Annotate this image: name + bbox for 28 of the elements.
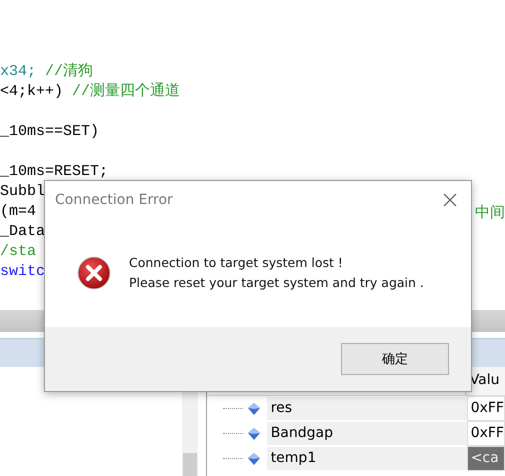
variable-name: res [266, 397, 467, 420]
close-icon[interactable] [443, 193, 457, 207]
code-text: //清狗 [44, 62, 94, 82]
variable-icon [246, 402, 261, 416]
error-message: Connection to target system lost ! [129, 254, 344, 272]
code-comment: 中间 [475, 202, 505, 222]
error-message: Please reset your target system and try again . [129, 274, 424, 292]
variable-name: Bandgap [266, 422, 467, 445]
error-icon [77, 256, 111, 290]
variable-value: 0xFF [466, 396, 505, 421]
scroll-thumb[interactable] [182, 453, 197, 476]
dialog-title: Connection Error [55, 192, 173, 208]
code-text: Subbl [0, 182, 46, 202]
variable-value: 0xFF [466, 421, 505, 446]
ok-button[interactable]: 确定 [341, 343, 449, 375]
code-text: _10ms==SET) [0, 122, 100, 142]
variable-icon [246, 452, 261, 466]
code-text: x34; [0, 62, 36, 82]
code-text: switc [0, 262, 46, 282]
variable-value: <ca [466, 446, 505, 471]
code-text: _10ms=RESET; [0, 162, 108, 182]
code-text: _Data [0, 222, 46, 242]
code-text: //测量四个通道 [71, 82, 180, 102]
code-text: (m=4 [0, 202, 36, 222]
variable-name: temp1 [266, 447, 467, 470]
variable-icon [246, 426, 261, 440]
code-text: <4;k++) [0, 82, 64, 102]
code-text: /sta [0, 242, 36, 262]
